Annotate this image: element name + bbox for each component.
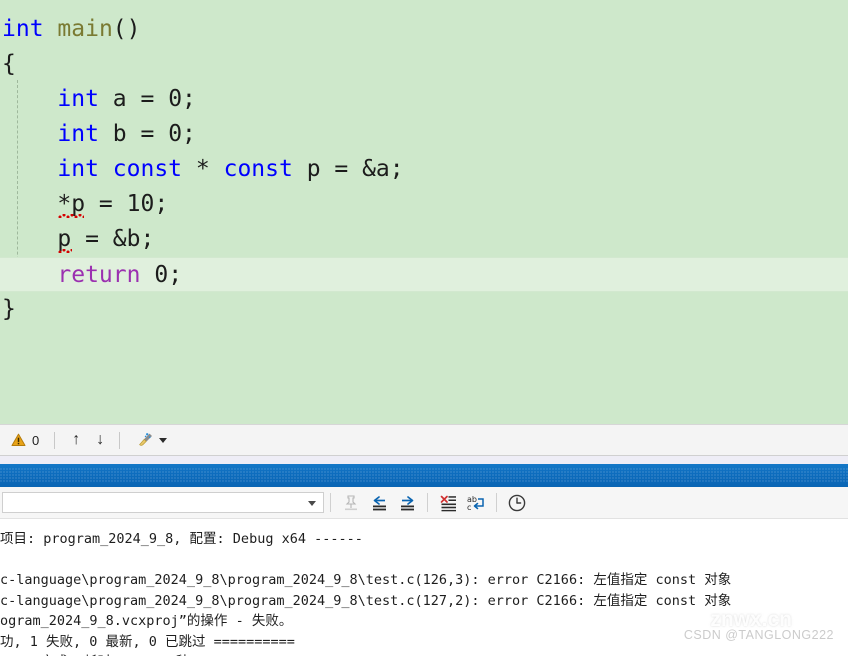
code-token: main <box>57 16 113 42</box>
code-token: int <box>2 16 44 42</box>
code-line[interactable]: int main() <box>0 12 848 47</box>
word-wrap-abc-icon: ab c <box>467 495 484 512</box>
arrow-right-lines-icon <box>400 495 414 510</box>
previous-error-button[interactable]: ↑ <box>67 428 85 452</box>
code-token: const <box>112 156 183 182</box>
code-token: return <box>57 262 141 288</box>
strip-separator-2 <box>119 431 121 449</box>
broom-code-cleanup-icon <box>139 433 153 446</box>
code-token: int <box>57 86 99 112</box>
go-to-previous-message-button[interactable] <box>365 491 393 515</box>
next-error-button[interactable]: ↓ <box>91 428 109 452</box>
chevron-down-icon <box>308 501 316 506</box>
clear-all-red-x-icon <box>440 495 456 511</box>
code-line[interactable]: p = &b; <box>0 222 848 257</box>
panel-gap-band <box>0 456 848 464</box>
code-token: ; <box>154 191 169 217</box>
warning-indicator[interactable]: 0 <box>6 428 44 452</box>
error-squiggle <box>58 249 73 253</box>
code-line[interactable]: return 0; <box>0 257 848 292</box>
output-text: 项目: program_2024_9_8, 配置: Debug x64 ----… <box>0 529 731 656</box>
code-token: int <box>57 121 99 147</box>
output-line: 项目: program_2024_9_8, 配置: Debug x64 ----… <box>0 531 363 547</box>
clock-history-icon <box>508 494 526 511</box>
code-line[interactable]: int a = 0; <box>0 82 848 117</box>
error-squiggle <box>58 214 85 218</box>
code-token: const <box>223 156 293 182</box>
output-toolbar[interactable]: ab c <box>0 487 848 519</box>
code-token: 0 <box>168 86 183 112</box>
output-line: c-language\program_2024_9_8\program_2024… <box>0 572 732 588</box>
code-line[interactable]: int const * const p = &a; <box>0 152 848 187</box>
code-token: b = <box>98 121 169 147</box>
output-line: ogram_2024_9_8.vcxproj”的操作 - 失败。 <box>0 613 293 629</box>
code-line[interactable]: *p = 10; <box>0 187 848 222</box>
warning-triangle-icon <box>11 433 26 446</box>
code-token: * <box>182 156 224 182</box>
arrow-up-icon: ↑ <box>72 431 81 448</box>
show-output-history-button[interactable] <box>503 491 531 515</box>
code-token: { <box>2 51 16 77</box>
toolbar-separator-2 <box>427 493 428 512</box>
toolbar-separator-3 <box>496 493 497 512</box>
arrow-left-lines-icon <box>372 495 386 510</box>
output-line: 功, 1 失败, 0 最新, 0 已跳过 ========== <box>0 633 295 650</box>
pin-icon <box>345 494 357 510</box>
output-source-selector[interactable] <box>2 492 324 513</box>
toggle-word-wrap-button[interactable]: ab c <box>462 491 490 515</box>
watermark-author: CSDN @TANGLONG222 <box>683 628 834 642</box>
output-window-title-bar[interactable] <box>0 464 848 487</box>
chevron-down-icon <box>159 437 168 443</box>
code-token: } <box>2 296 16 322</box>
go-to-next-message-button[interactable] <box>393 491 421 515</box>
code-token: int <box>57 156 99 182</box>
code-token: 0 <box>154 262 169 288</box>
output-line: 2:22 完成, 耗时 00.210 秒 ========== <box>0 652 731 656</box>
code-editor[interactable]: int main(){int a = 0; int b = 0; int const… <box>0 0 848 424</box>
code-token: 10 <box>126 191 155 217</box>
code-cleanup-button[interactable] <box>132 428 172 452</box>
code-token: () <box>112 16 141 42</box>
code-lines[interactable]: int main(){int a = 0; int b = 0; int const… <box>0 12 848 327</box>
arrow-down-icon: ↓ <box>96 431 105 448</box>
code-token: p = &a; <box>292 156 404 182</box>
code-token: 0 <box>168 121 183 147</box>
output-pane[interactable]: 项目: program_2024_9_8, 配置: Debug x64 ----… <box>0 519 848 656</box>
pin-output-button[interactable] <box>337 491 365 515</box>
output-line: c-language\program_2024_9_8\program_2024… <box>0 592 732 609</box>
code-token: ; <box>182 121 196 147</box>
toolbar-separator-1 <box>330 493 331 512</box>
visual-studio-window: int main(){int a = 0; int b = 0; int const… <box>0 0 848 656</box>
code-line[interactable]: int b = 0; <box>0 117 848 152</box>
strip-separator-1 <box>54 431 56 449</box>
code-line[interactable]: } <box>0 292 848 327</box>
clear-all-button[interactable] <box>434 491 462 515</box>
code-token: ; <box>168 262 183 288</box>
code-token: ; <box>182 86 196 112</box>
warning-count: 0 <box>32 432 40 448</box>
code-line[interactable]: { <box>0 47 848 82</box>
svg-text:c: c <box>467 503 471 512</box>
error-navigation-strip[interactable]: 0 ↑ ↓ <box>0 424 848 456</box>
code-token: a = <box>98 86 169 112</box>
